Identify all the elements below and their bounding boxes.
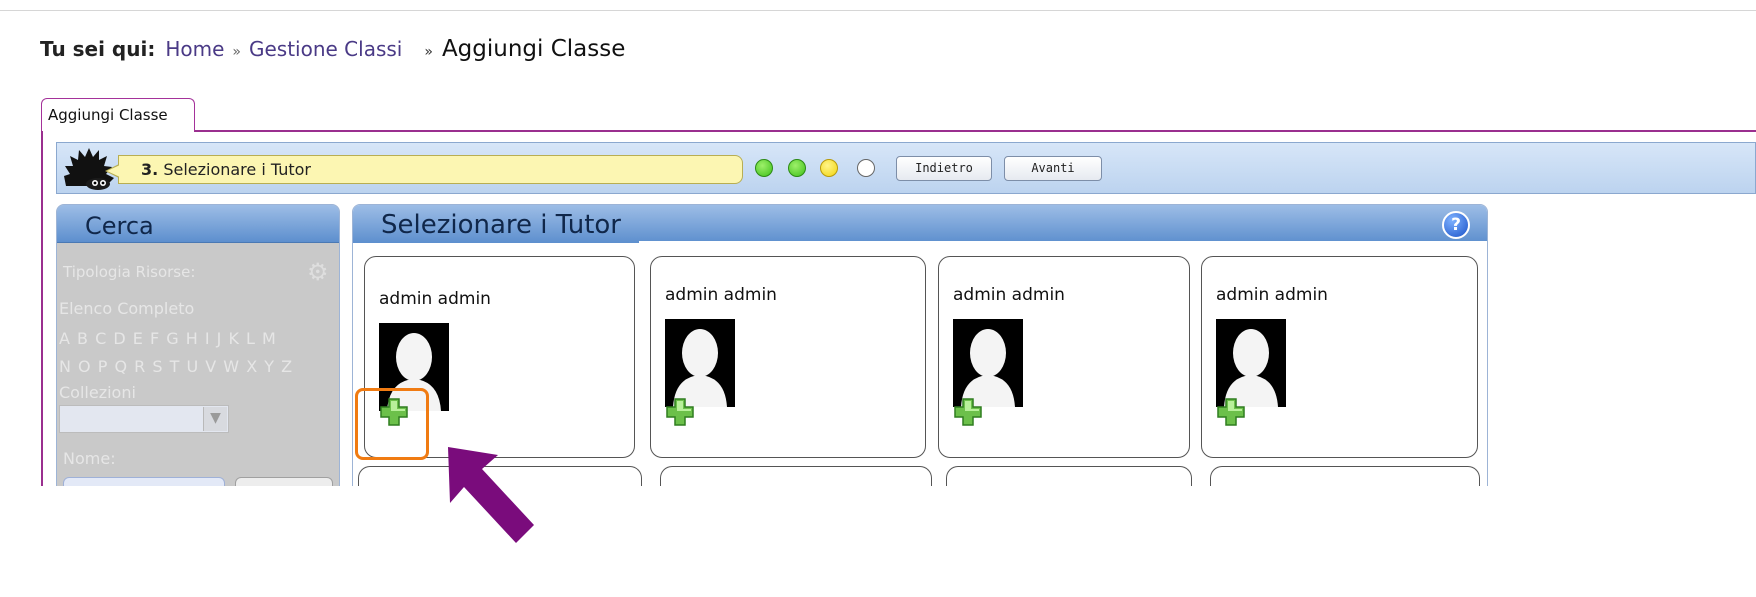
- pointer-arrow-icon: [448, 447, 534, 543]
- help-icon[interactable]: ?: [1442, 211, 1470, 239]
- tab-underline: [194, 130, 1756, 132]
- progress-dot-done: [755, 159, 773, 177]
- wizard-step-label: Selezionare i Tutor: [163, 160, 311, 179]
- breadcrumb-prefix: Tu sei qui:: [40, 37, 156, 61]
- breadcrumb: Tu sei qui: Home » Gestione Classi » Agg…: [40, 36, 625, 62]
- page-bottom-area: [0, 486, 1756, 597]
- page: Tu sei qui: Home » Gestione Classi » Agg…: [0, 0, 1756, 597]
- alphabet-row-2[interactable]: N O P Q R S T U V W X Y Z: [59, 357, 293, 376]
- tutor-name: admin admin: [953, 285, 1065, 305]
- highlight-box: [355, 388, 429, 460]
- breadcrumb-separator: »: [424, 44, 433, 60]
- tutor-card: admin admin: [650, 256, 926, 458]
- collections-label: Collezioni: [59, 383, 136, 402]
- avatar: [665, 319, 735, 407]
- add-tutor-plus-icon[interactable]: [953, 397, 983, 427]
- add-tutor-plus-icon[interactable]: [1216, 397, 1246, 427]
- top-divider: [0, 10, 1756, 11]
- search-panel-title: Cerca: [85, 212, 154, 240]
- progress-dot-current: [820, 159, 838, 177]
- tab-aggiungi-classe[interactable]: Aggiungi Classe: [41, 98, 195, 131]
- progress-dot-todo: [857, 159, 875, 177]
- tutor-card: admin admin: [1201, 256, 1478, 458]
- breadcrumb-section-link[interactable]: Gestione Classi: [249, 37, 402, 61]
- tutor-panel-title: Selezionare i Tutor: [381, 210, 621, 240]
- breadcrumb-separator: »: [232, 44, 241, 60]
- wizard-step-bubble: 3. Selezionare i Tutor: [105, 155, 743, 184]
- tutor-name: admin admin: [1216, 285, 1328, 305]
- tutor-header-notch: [639, 241, 1487, 245]
- breadcrumb-home-link[interactable]: Home: [165, 37, 224, 61]
- back-button[interactable]: Indietro: [896, 156, 992, 181]
- next-button[interactable]: Avanti: [1004, 156, 1102, 181]
- avatar: [1216, 319, 1286, 407]
- add-tutor-plus-icon[interactable]: [665, 397, 695, 427]
- gear-icon[interactable]: ⚙: [307, 258, 329, 286]
- tab-frame-left: [41, 130, 43, 490]
- tutor-name: admin admin: [665, 285, 777, 305]
- breadcrumb-current: Aggiungi Classe: [441, 36, 626, 62]
- resource-type-label: Tipologia Risorse:: [63, 263, 196, 281]
- progress-dot-done: [788, 159, 806, 177]
- wizard-step-number: 3.: [141, 160, 159, 179]
- alphabet-row-1[interactable]: A B C D E F G H I J K L M: [59, 329, 277, 348]
- full-list-link[interactable]: Elenco Completo: [59, 299, 194, 318]
- search-panel: Cerca Tipologia Risorse: ⚙ Elenco Comple…: [56, 204, 340, 494]
- tutor-card: admin admin: [938, 256, 1190, 458]
- avatar: [953, 319, 1023, 407]
- name-label: Nome:: [63, 449, 116, 468]
- chevron-down-icon[interactable]: ▼: [203, 407, 227, 431]
- tutor-name: admin admin: [379, 289, 491, 309]
